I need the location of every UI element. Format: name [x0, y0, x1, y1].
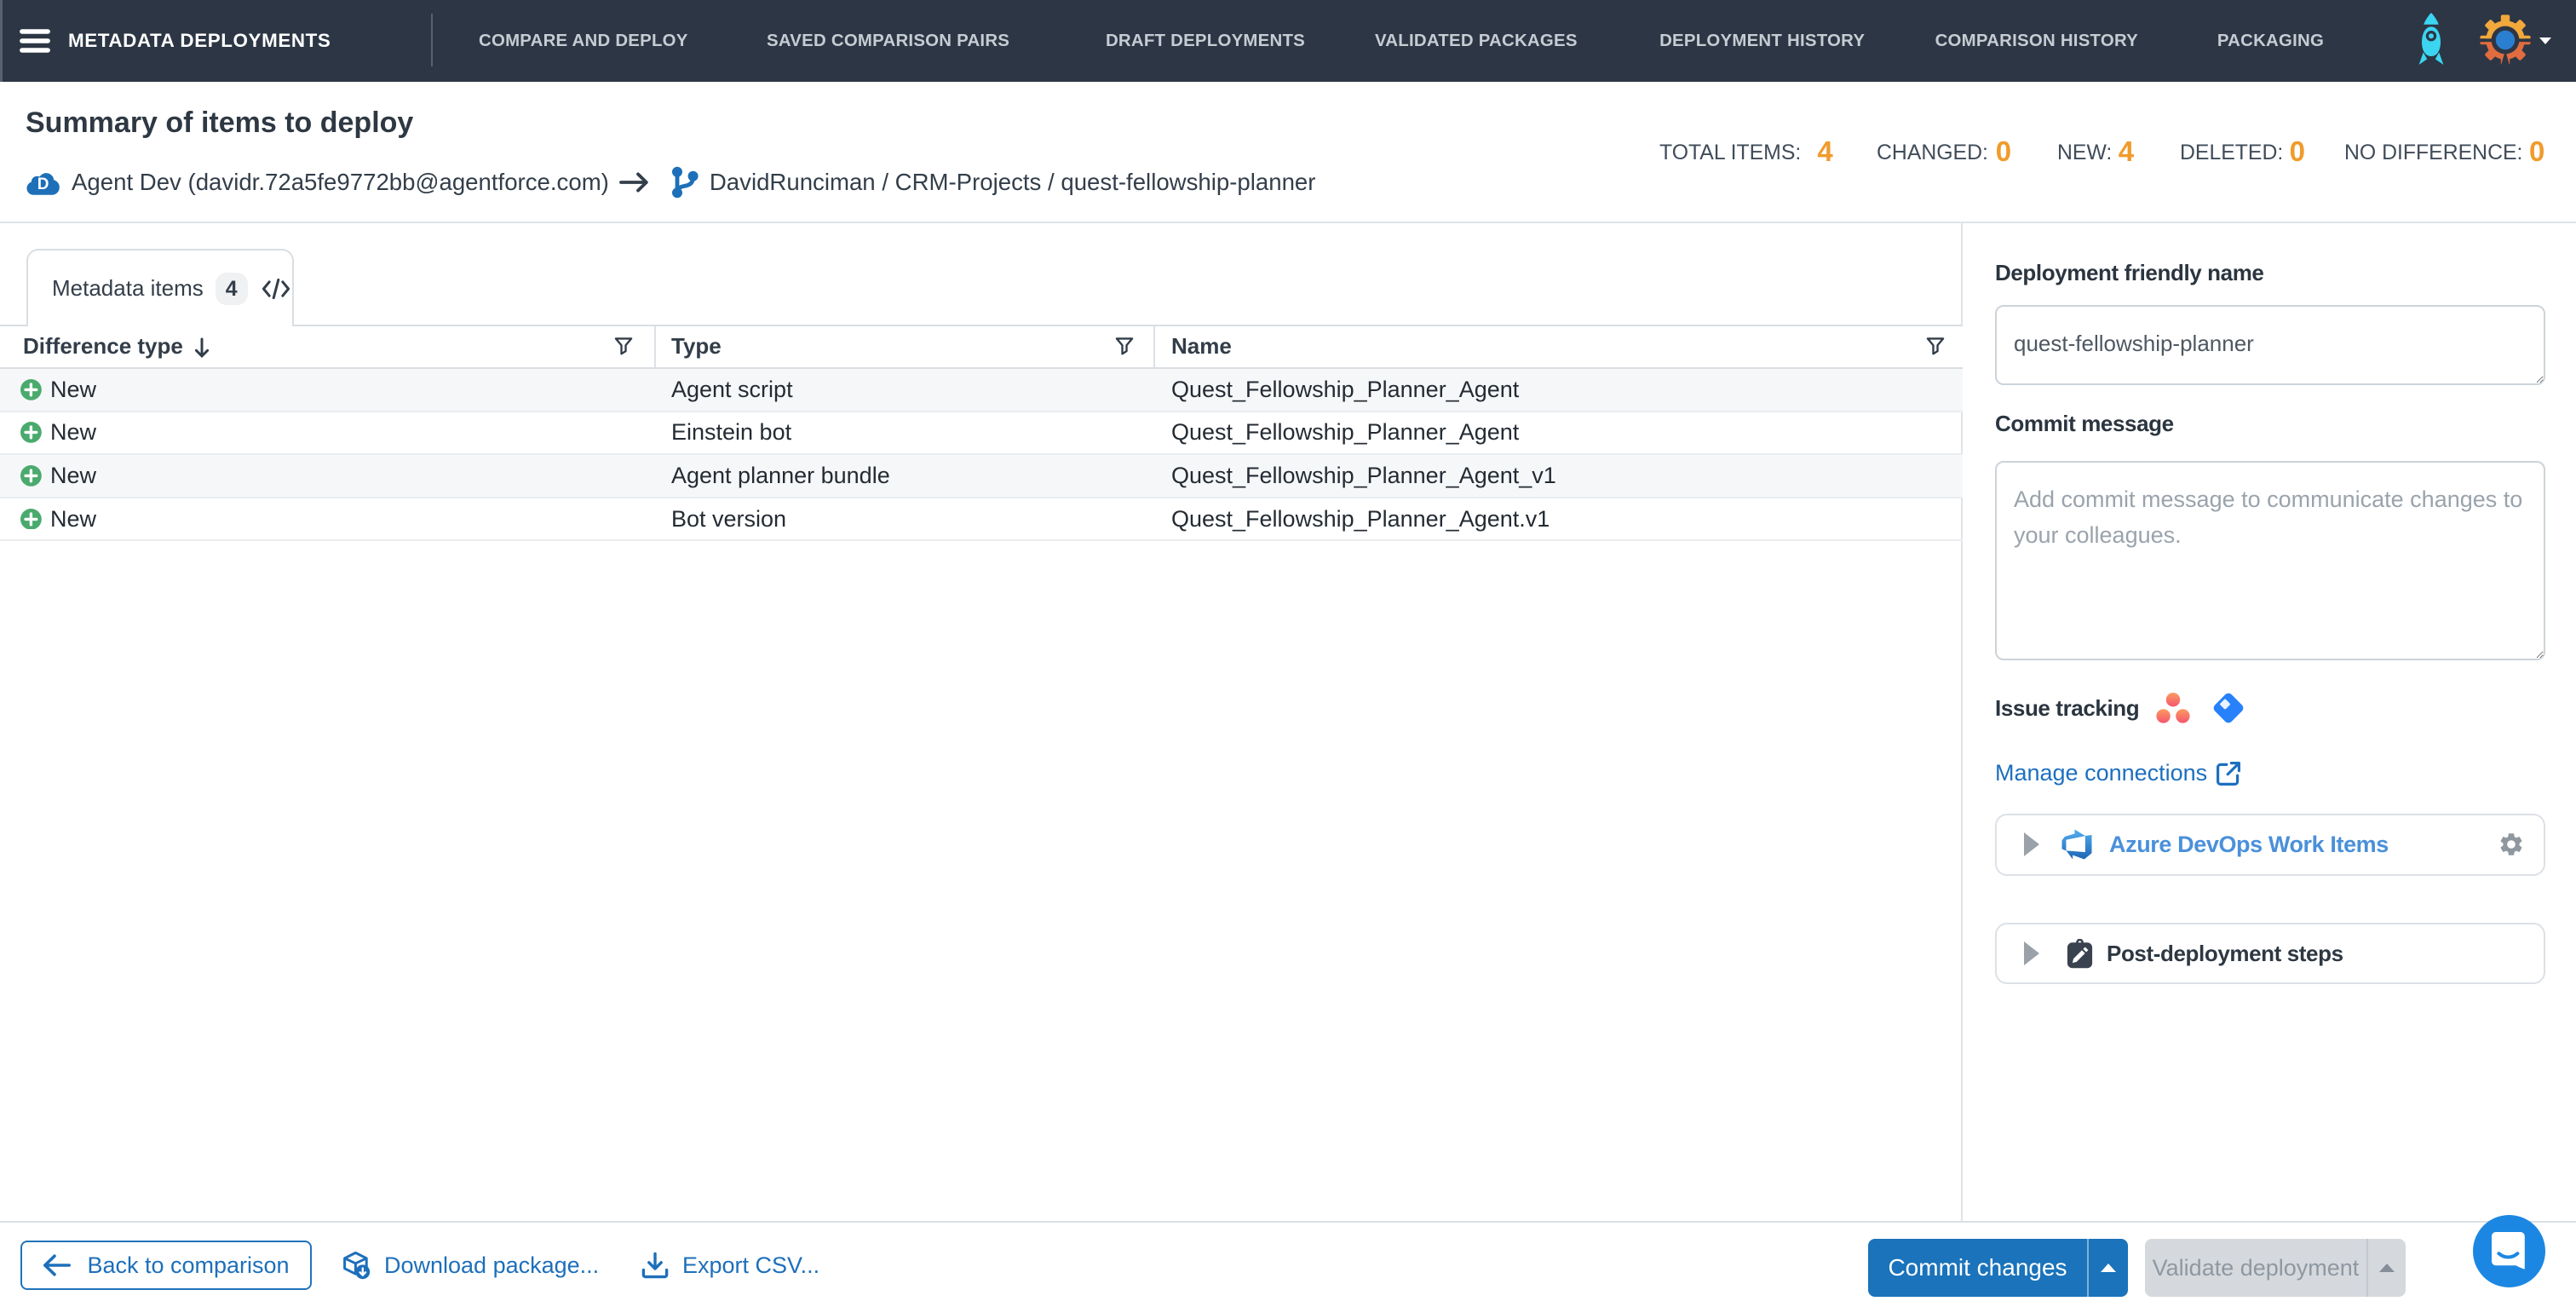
svg-text:D: D	[37, 176, 49, 193]
